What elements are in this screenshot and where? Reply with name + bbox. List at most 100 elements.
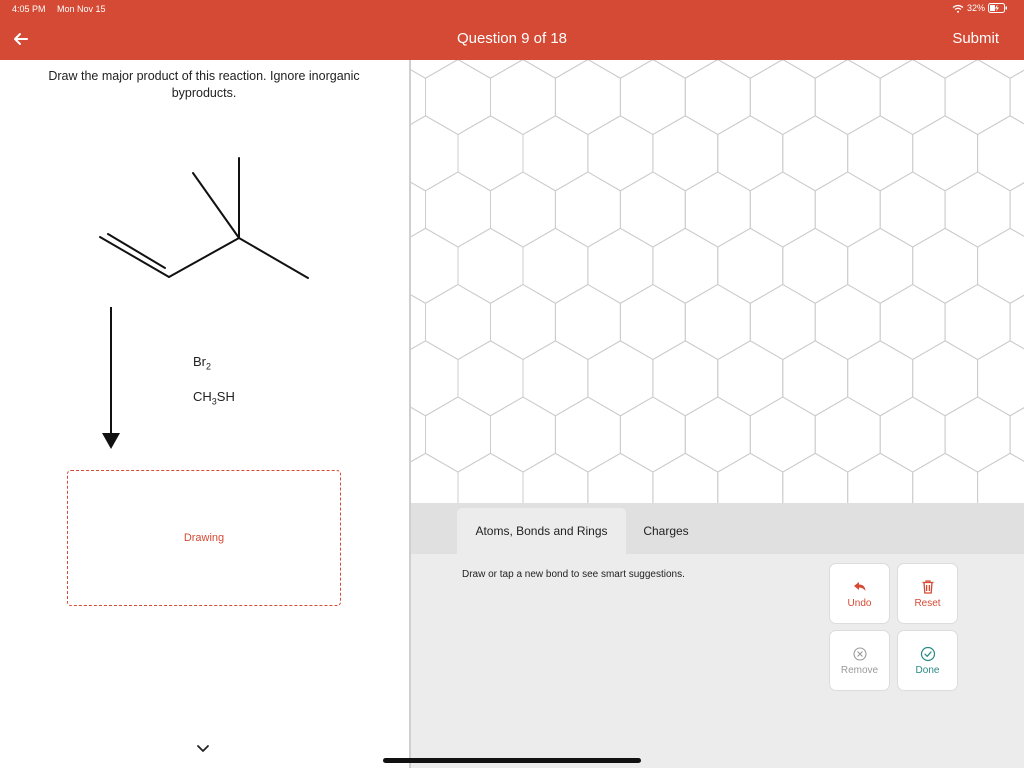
grid-hexagon xyxy=(912,60,978,79)
tab-charges[interactable]: Charges xyxy=(629,508,703,554)
submit-button[interactable]: Submit xyxy=(952,30,999,47)
battery-charging-icon xyxy=(988,3,1007,13)
grid-hexagon xyxy=(587,452,654,503)
grid-hexagon xyxy=(912,452,979,503)
grid-hexagon xyxy=(814,396,881,473)
grid-hexagon xyxy=(847,340,914,417)
grid-hexagon xyxy=(717,340,784,417)
grid-hexagon xyxy=(847,452,914,503)
grid-hexagon xyxy=(814,60,881,136)
smart-suggestions-hint: Draw or tap a new bond to see smart sugg… xyxy=(462,569,685,580)
grid-hexagon xyxy=(684,60,751,136)
reset-label: Reset xyxy=(914,598,941,609)
grid-hexagon xyxy=(587,227,654,304)
grid-hexagon xyxy=(652,115,719,192)
grid-hexagon xyxy=(619,171,686,248)
grid-hexagon xyxy=(912,340,979,417)
grid-hexagon xyxy=(944,171,1011,248)
grid-hexagon xyxy=(977,60,1024,79)
hex-grid-background xyxy=(411,60,1024,503)
grid-hexagon xyxy=(1009,182,1024,237)
grid-hexagon xyxy=(522,227,589,304)
grid-hexagon xyxy=(1009,407,1024,462)
grid-hexagon xyxy=(457,60,524,79)
battery-percent: 32% xyxy=(966,3,985,13)
x-circle-icon xyxy=(852,647,867,661)
undo-label: Undo xyxy=(847,598,872,609)
grid-hexagon xyxy=(425,60,491,136)
grid-hexagon xyxy=(944,396,1011,473)
grid-hexagon xyxy=(912,115,979,192)
grid-hexagon xyxy=(554,171,621,248)
grid-hexagon xyxy=(554,396,621,473)
grid-hexagon xyxy=(411,340,459,417)
grid-hexagon xyxy=(554,60,621,136)
grid-hexagon xyxy=(814,283,881,361)
grid-hexagon xyxy=(749,396,816,473)
grid-hexagon xyxy=(782,340,849,417)
grid-hexagon xyxy=(587,115,654,192)
grid-hexagon xyxy=(977,340,1024,417)
grid-hexagon xyxy=(717,227,784,304)
grid-hexagon xyxy=(879,60,946,136)
grid-hexagon xyxy=(522,452,589,503)
grid-hexagon xyxy=(717,452,784,503)
done-button[interactable]: Done xyxy=(897,630,958,691)
remove-button[interactable]: Remove xyxy=(829,630,890,691)
grid-hexagon xyxy=(847,60,913,79)
grid-hexagon xyxy=(652,60,718,79)
reagent-bromine: Br2 xyxy=(193,354,212,372)
grid-hexagon xyxy=(411,452,459,503)
grid-hexagon xyxy=(457,115,524,192)
grid-hexagon xyxy=(684,171,751,248)
double-bond-line-2 xyxy=(107,233,166,269)
grid-hexagon xyxy=(1009,294,1024,350)
grid-hexagon xyxy=(749,60,816,136)
grid-hexagon xyxy=(522,115,589,192)
reset-button[interactable]: Reset xyxy=(897,563,958,624)
grid-hexagon xyxy=(411,115,459,192)
grid-hexagon xyxy=(425,283,491,361)
grid-hexagon xyxy=(425,171,491,248)
remove-label: Remove xyxy=(840,665,879,676)
grid-hexagon xyxy=(522,60,589,79)
bond xyxy=(192,172,240,239)
double-bond-line-1 xyxy=(99,236,170,278)
grid-hexagon xyxy=(879,283,946,361)
grid-hexagon xyxy=(717,115,784,192)
grid-hexagon xyxy=(977,452,1024,503)
answer-drawing-box[interactable]: Drawing xyxy=(67,470,341,606)
grid-hexagon xyxy=(411,60,459,79)
grid-hexagon xyxy=(944,283,1011,361)
grid-hexagon xyxy=(490,60,556,136)
status-time: 4:05 PM xyxy=(12,4,46,14)
grid-hexagon xyxy=(522,340,589,417)
grid-hexagon xyxy=(847,227,914,304)
grid-hexagon xyxy=(587,340,654,417)
grid-hexagon xyxy=(490,396,556,473)
grid-hexagon xyxy=(814,171,881,248)
chevron-down-icon[interactable] xyxy=(195,743,211,755)
grid-hexagon xyxy=(717,60,783,79)
reagent-methanethiol: CH3SH xyxy=(193,389,235,407)
grid-hexagon xyxy=(749,283,816,361)
undo-icon xyxy=(853,582,865,591)
grid-hexagon xyxy=(457,227,524,304)
grid-hexagon xyxy=(457,452,524,503)
home-indicator xyxy=(383,758,641,763)
bond xyxy=(168,237,240,278)
grid-hexagon xyxy=(782,452,849,503)
grid-hexagon xyxy=(977,115,1024,192)
grid-hexagon xyxy=(782,60,848,79)
tab-atoms-bonds-rings[interactable]: Atoms, Bonds and Rings xyxy=(457,508,626,554)
grid-hexagon xyxy=(490,283,556,361)
grid-hexagon xyxy=(879,171,946,248)
grid-hexagon xyxy=(1009,69,1024,125)
drawing-toolbar: Atoms, Bonds and Rings Charges Draw or t… xyxy=(411,503,1024,768)
starting-material-structure xyxy=(99,157,309,279)
grid-hexagon xyxy=(619,396,686,473)
status-indicators: 32% xyxy=(952,3,1008,13)
drawing-canvas[interactable] xyxy=(411,60,1024,503)
undo-button[interactable]: Undo xyxy=(829,563,890,624)
question-panel: Draw the major product of this reaction.… xyxy=(0,60,409,768)
